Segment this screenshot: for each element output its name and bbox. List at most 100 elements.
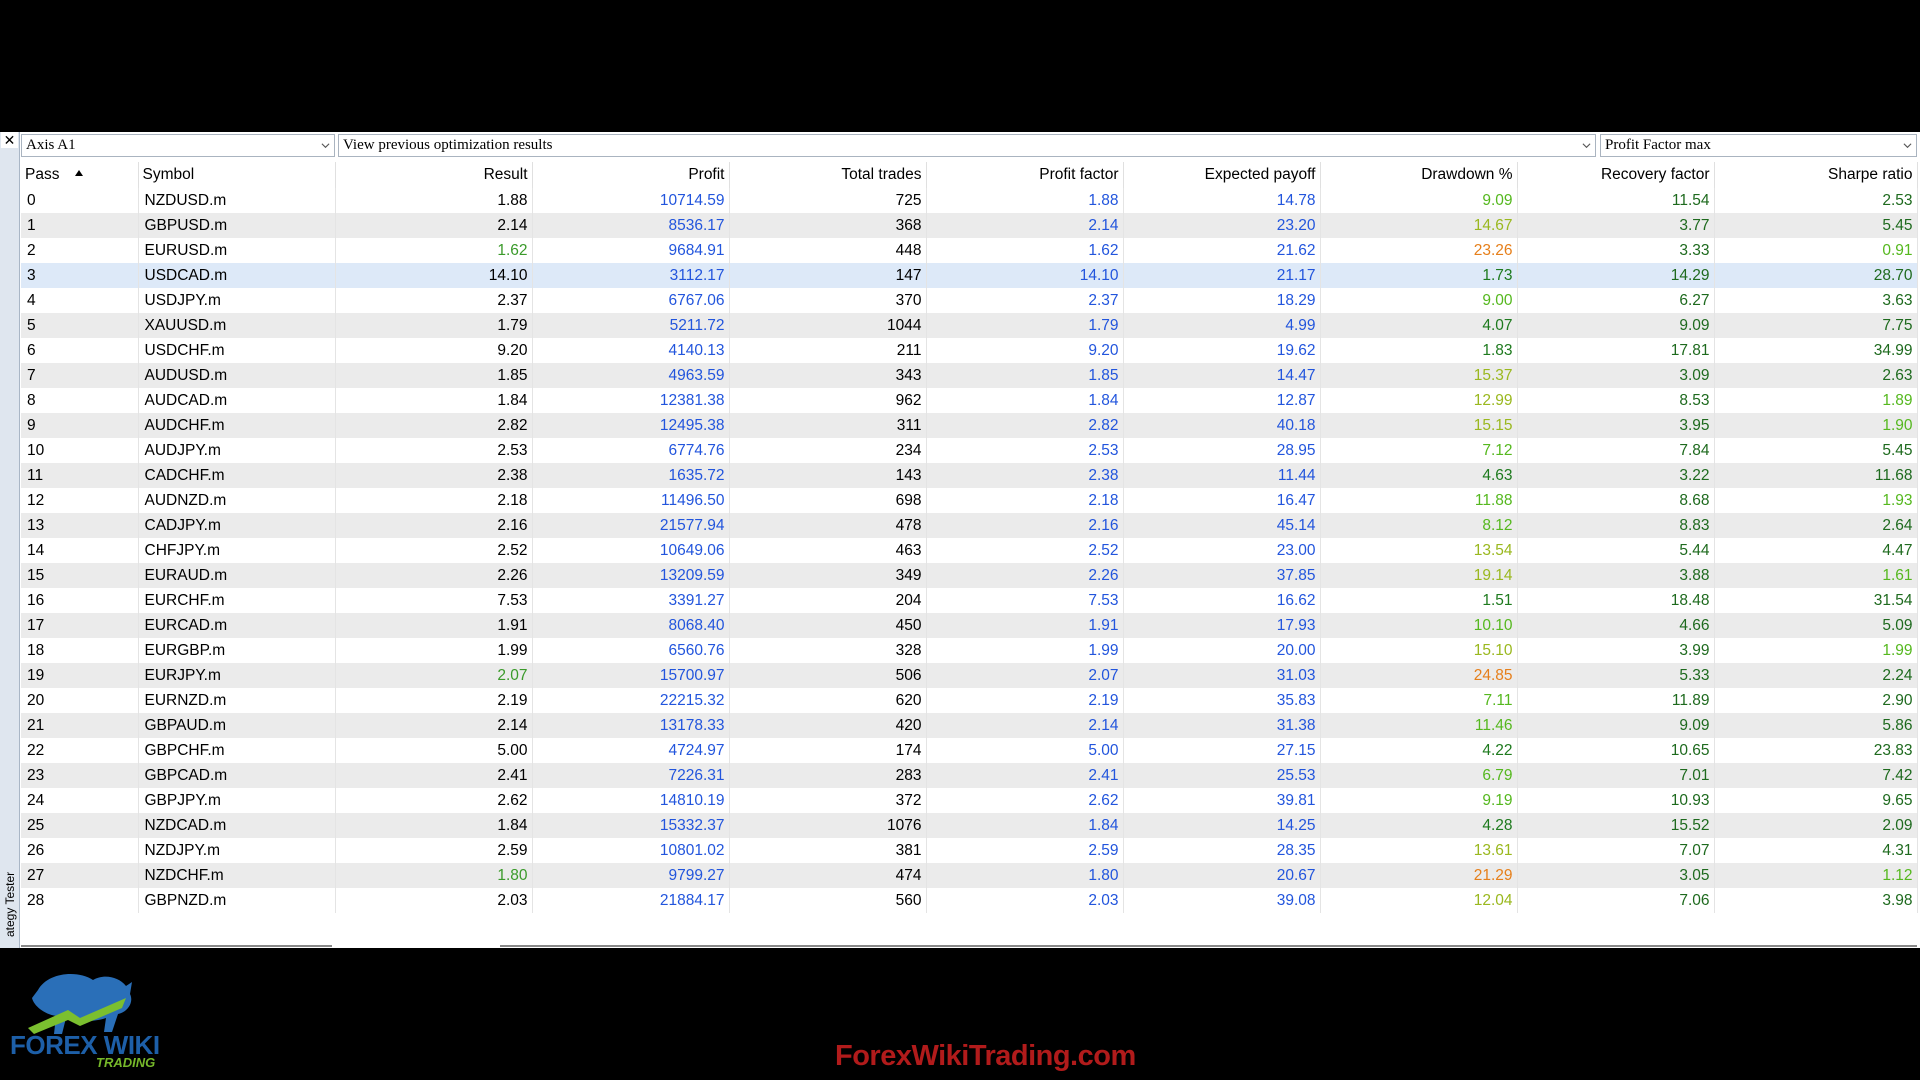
table-row[interactable]: 14 CHFJPY.m 2.52 10649.06 463 2.52 23.00 13.54 5…	[21, 538, 1918, 563]
header-profit[interactable]: Profit	[532, 162, 730, 188]
table-row[interactable]: 6 USDCHF.m 9.20 4140.13 211 9.20 19.62 1.83 17.8…	[21, 338, 1918, 363]
drawdown-cell: 6.79	[1320, 763, 1518, 788]
drawdown-cell: 12.04	[1320, 888, 1518, 913]
header-drawdown[interactable]: Drawdown %	[1320, 162, 1518, 188]
table-row[interactable]: 23 GBPCAD.m 2.41 7226.31 283 2.41 25.53 6.79 7.0…	[21, 763, 1918, 788]
expected-payoff-cell: 45.14	[1123, 513, 1321, 538]
pass-cell: 5	[21, 313, 139, 338]
scrollbar-segment[interactable]	[21, 945, 332, 947]
table-row[interactable]: 12 AUDNZD.m 2.18 11496.50 698 2.18 16.47 11.88 8…	[21, 488, 1918, 513]
pass-cell: 7	[21, 363, 139, 388]
recovery-factor-cell: 11.54	[1517, 188, 1715, 213]
expert-select[interactable]: Axis A1	[21, 134, 335, 157]
pass-cell: 16	[21, 588, 139, 613]
profit-factor-cell: 1.85	[926, 363, 1124, 388]
table-row[interactable]: 15 EURAUD.m 2.26 13209.59 349 2.26 37.85 19.14 3…	[21, 563, 1918, 588]
sharpe-ratio-cell: 4.47	[1714, 538, 1918, 563]
table-row[interactable]: 7 AUDUSD.m 1.85 4963.59 343 1.85 14.47 15.37 3.0…	[21, 363, 1918, 388]
result-cell: 1.62	[335, 238, 533, 263]
table-row[interactable]: 28 GBPNZD.m 2.03 21884.17 560 2.03 39.08 12.04 7…	[21, 888, 1918, 913]
pass-cell: 6	[21, 338, 139, 363]
profit-factor-cell: 1.84	[926, 813, 1124, 838]
profit-factor-cell: 1.88	[926, 188, 1124, 213]
header-sharpe-ratio[interactable]: Sharpe ratio	[1714, 162, 1918, 188]
header-expected-payoff[interactable]: Expected payoff	[1123, 162, 1321, 188]
table-row[interactable]: 27 NZDCHF.m 1.80 9799.27 474 1.80 20.67 21.29 3.…	[21, 863, 1918, 888]
table-row[interactable]: 20 EURNZD.m 2.19 22215.32 620 2.19 35.83 7.11 11…	[21, 688, 1918, 713]
profit-factor-cell: 2.16	[926, 513, 1124, 538]
total-trades-cell: 725	[729, 188, 927, 213]
profit-factor-cell: 1.79	[926, 313, 1124, 338]
table-row[interactable]: 1 GBPUSD.m 2.14 8536.17 368 2.14 23.20 14.67 3.7…	[21, 213, 1918, 238]
result-cell: 5.00	[335, 738, 533, 763]
recovery-factor-cell: 3.77	[1517, 213, 1715, 238]
recovery-factor-cell: 14.29	[1517, 263, 1715, 288]
expected-payoff-cell: 39.81	[1123, 788, 1321, 813]
profit-factor-cell: 2.82	[926, 413, 1124, 438]
expected-payoff-cell: 28.95	[1123, 438, 1321, 463]
recovery-factor-cell: 5.44	[1517, 538, 1715, 563]
recovery-factor-cell: 9.09	[1517, 313, 1715, 338]
drawdown-cell: 13.61	[1320, 838, 1518, 863]
table-row[interactable]: 21 GBPAUD.m 2.14 13178.33 420 2.14 31.38 11.46 9…	[21, 713, 1918, 738]
total-trades-cell: 370	[729, 288, 927, 313]
chevron-down-icon	[1903, 143, 1912, 149]
results-select[interactable]: View previous optimization results	[338, 134, 1596, 157]
table-row[interactable]: 19 EURJPY.m 2.07 15700.97 506 2.07 31.03 24.85 5…	[21, 663, 1918, 688]
strategy-tester-tab-label[interactable]: ategy Tester	[3, 861, 17, 937]
expected-payoff-cell: 18.29	[1123, 288, 1321, 313]
table-row[interactable]: 18 EURGBP.m 1.99 6560.76 328 1.99 20.00 15.10 3.…	[21, 638, 1918, 663]
table-row[interactable]: 9 AUDCHF.m 2.82 12495.38 311 2.82 40.18 15.15 3.…	[21, 413, 1918, 438]
chevron-down-icon	[321, 143, 330, 149]
result-cell: 2.37	[335, 288, 533, 313]
recovery-factor-cell: 3.95	[1517, 413, 1715, 438]
profit-factor-cell: 2.26	[926, 563, 1124, 588]
table-row[interactable]: 5 XAUUSD.m 1.79 5211.72 1044 1.79 4.99 4.07 9.09…	[21, 313, 1918, 338]
sharpe-ratio-cell: 5.45	[1714, 213, 1918, 238]
table-row[interactable]: 16 EURCHF.m 7.53 3391.27 204 7.53 16.62 1.51 18.…	[21, 588, 1918, 613]
header-symbol[interactable]: Symbol	[138, 162, 336, 188]
table-row[interactable]: 11 CADCHF.m 2.38 1635.72 143 2.38 11.44 4.63 3.2…	[21, 463, 1918, 488]
profit-cell: 13209.59	[532, 563, 730, 588]
header-pass[interactable]: Pass	[21, 162, 139, 188]
table-row[interactable]: 22 GBPCHF.m 5.00 4724.97 174 5.00 27.15 4.22 10.…	[21, 738, 1918, 763]
total-trades-cell: 474	[729, 863, 927, 888]
header-profit-factor[interactable]: Profit factor	[926, 162, 1124, 188]
profit-cell: 6767.06	[532, 288, 730, 313]
drawdown-cell: 11.88	[1320, 488, 1518, 513]
symbol-cell: CADCHF.m	[138, 463, 336, 488]
sharpe-ratio-cell: 7.42	[1714, 763, 1918, 788]
expected-payoff-cell: 20.00	[1123, 638, 1321, 663]
sharpe-ratio-cell: 2.63	[1714, 363, 1918, 388]
profit-cell: 10649.06	[532, 538, 730, 563]
pass-cell: 2	[21, 238, 139, 263]
sharpe-ratio-cell: 3.63	[1714, 288, 1918, 313]
header-total-trades[interactable]: Total trades	[729, 162, 927, 188]
sharpe-ratio-cell: 1.90	[1714, 413, 1918, 438]
watermark-text: ForexWikiTrading.com	[835, 1040, 1136, 1072]
table-row[interactable]: 3 USDCAD.m 14.10 3112.17 147 14.10 21.17 1.73 14…	[21, 263, 1918, 288]
scrollbar-thumb[interactable]	[500, 945, 1917, 947]
table-row[interactable]: 10 AUDJPY.m 2.53 6774.76 234 2.53 28.95 7.12 7.8…	[21, 438, 1918, 463]
table-row[interactable]: 17 EURCAD.m 1.91 8068.40 450 1.91 17.93 10.10 4.…	[21, 613, 1918, 638]
table-row[interactable]: 4 USDJPY.m 2.37 6767.06 370 2.37 18.29 9.00 6.27…	[21, 288, 1918, 313]
table-row[interactable]: 13 CADJPY.m 2.16 21577.94 478 2.16 45.14 8.12 8.…	[21, 513, 1918, 538]
table-row[interactable]: 25 NZDCAD.m 1.84 15332.37 1076 1.84 14.25 4.28 1…	[21, 813, 1918, 838]
expected-payoff-cell: 16.62	[1123, 588, 1321, 613]
expected-payoff-cell: 35.83	[1123, 688, 1321, 713]
close-icon[interactable]: ✕	[1, 132, 18, 148]
header-recovery-factor[interactable]: Recovery factor	[1517, 162, 1715, 188]
total-trades-cell: 448	[729, 238, 927, 263]
header-result[interactable]: Result	[335, 162, 533, 188]
table-row[interactable]: 24 GBPJPY.m 2.62 14810.19 372 2.62 39.81 9.19 10…	[21, 788, 1918, 813]
table-row[interactable]: 26 NZDJPY.m 2.59 10801.02 381 2.59 28.35 13.61 7…	[21, 838, 1918, 863]
table-row[interactable]: 2 EURUSD.m 1.62 9684.91 448 1.62 21.62 23.26 3.3…	[21, 238, 1918, 263]
symbol-cell: EURCAD.m	[138, 613, 336, 638]
profit-factor-cell: 2.19	[926, 688, 1124, 713]
profit-factor-cell: 2.52	[926, 538, 1124, 563]
table-row[interactable]: 8 AUDCAD.m 1.84 12381.38 962 1.84 12.87 12.99 8.…	[21, 388, 1918, 413]
pass-cell: 24	[21, 788, 139, 813]
table-row[interactable]: 0 NZDUSD.m 1.88 10714.59 725 1.88 14.78 9.09 11.…	[21, 188, 1918, 213]
criterion-select[interactable]: Profit Factor max	[1600, 134, 1917, 157]
profit-factor-cell: 1.91	[926, 613, 1124, 638]
